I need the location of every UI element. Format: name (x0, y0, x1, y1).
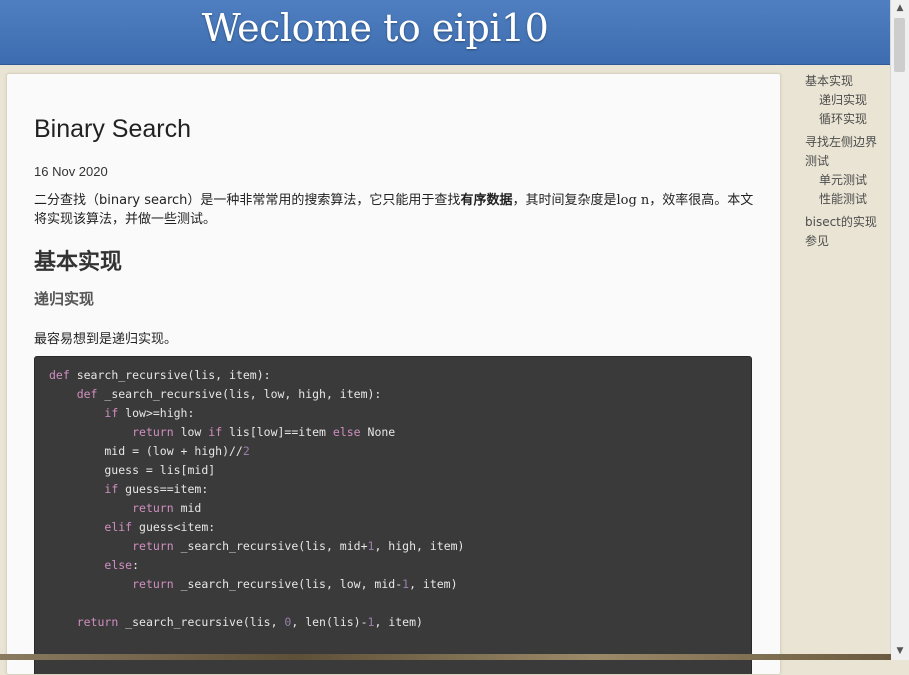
post-date: 16 Nov 2020 (34, 164, 108, 179)
code-text: : (132, 558, 140, 572)
code-text: , len(lis)- (291, 615, 368, 629)
toc-link[interactable]: 性能测试 (805, 190, 891, 209)
vertical-scrollbar[interactable]: ▲ ▼ (890, 0, 909, 660)
code-number: 2 (242, 444, 250, 458)
code-text: guess = lis[mid] (49, 463, 216, 477)
code-text: low (173, 425, 209, 439)
code-text: , item) (409, 577, 458, 591)
code-line: return _search_recursive(lis, mid+1, hig… (49, 537, 737, 556)
code-keyword: def (76, 387, 98, 401)
code-text: lis[low]==item (222, 425, 333, 439)
code-text: , item) (374, 615, 423, 629)
code-keyword: def (49, 368, 70, 382)
code-text: _search_recursive(lis, low, mid- (173, 577, 403, 591)
code-line: return mid (49, 499, 737, 518)
code-line: elif guess<item: (49, 518, 737, 537)
code-text: _search_recursive(lis, low, high, item): (97, 387, 382, 401)
site-title[interactable]: Weclome to eipi10 (0, 6, 750, 50)
section-heading: 基本实现 (34, 250, 123, 275)
background-strip (0, 654, 891, 660)
code-text: low>=high: (118, 406, 195, 420)
body-paragraph: 最容易想到是递归实现。 (34, 332, 178, 347)
scroll-thumb[interactable] (894, 18, 905, 72)
toc-link[interactable]: 寻找左侧边界 (805, 133, 891, 152)
intro-text-1: 二分查找（binary search）是一种非常常用的搜索算法，它只能用于查找 (34, 193, 461, 208)
scroll-down-icon[interactable]: ▼ (891, 643, 909, 660)
table-of-contents: 基本实现 递归实现 循环实现寻找左侧边界 测试 单元测试 性能测试 bisect的实现 参见 (805, 72, 891, 251)
code-keyword: return (132, 501, 174, 515)
post-title: Binary Search (34, 115, 192, 143)
code-text: _search_recursive(lis, mid+ (173, 539, 368, 553)
code-line: if guess==item: (49, 480, 737, 499)
code-keyword: else (104, 558, 133, 572)
code-keyword: return (132, 577, 174, 591)
code-line: mid = (low + high)//2 (49, 442, 737, 461)
code-text: mid = (low + high)// (49, 444, 243, 458)
code-line: def _search_recursive(lis, low, high, it… (49, 385, 737, 404)
code-text: guess<item: (132, 520, 216, 534)
code-line: if low>=high: (49, 404, 737, 423)
code-text: guess==item: (118, 482, 209, 496)
code-keyword: else (332, 425, 361, 439)
toc-link[interactable]: 测试 (805, 152, 891, 171)
site-banner: Weclome to eipi10 (0, 0, 891, 65)
code-keyword: elif (104, 520, 133, 534)
toc-link[interactable]: 参见 (805, 232, 891, 251)
code-keyword: if (104, 482, 119, 496)
toc-link[interactable]: 递归实现 (805, 91, 891, 110)
code-block[interactable]: def search_recursive(lis, item): def _se… (34, 356, 752, 674)
code-text: search_recursive(lis, item): (69, 368, 271, 382)
toc-link[interactable]: 循环实现 (805, 110, 891, 129)
toc-link[interactable]: bisect的实现 (805, 213, 891, 232)
intro-paragraph: 二分查找（binary search）是一种非常常用的搜索算法，它只能用于查找有… (34, 191, 754, 229)
subsection-heading: 递归实现 (34, 290, 95, 308)
code-text: , high, item) (374, 539, 465, 553)
code-keyword: return (132, 539, 174, 553)
code-line: else: (49, 556, 737, 575)
code-line: return _search_recursive(lis, 0, len(lis… (49, 613, 737, 632)
toc-link[interactable]: 单元测试 (805, 171, 891, 190)
code-text: _search_recursive(lis, (118, 615, 285, 629)
scroll-up-icon[interactable]: ▲ (891, 0, 909, 17)
code-text: None (360, 425, 396, 439)
post-card: Binary Search 16 Nov 2020 二分查找（binary se… (6, 73, 781, 675)
code-line: return low if lis[low]==item else None (49, 423, 737, 442)
code-keyword: return (76, 615, 119, 629)
intro-math: log n (616, 193, 650, 208)
code-line: guess = lis[mid] (49, 461, 737, 480)
intro-text-2: ，其时间复杂度是 (512, 193, 617, 208)
code-line: def search_recursive(lis, item): (49, 366, 737, 385)
code-keyword: if (104, 406, 119, 420)
toc-link[interactable]: 基本实现 (805, 72, 891, 91)
code-line: return _search_recursive(lis, low, mid-1… (49, 575, 737, 594)
code-text: mid (173, 501, 202, 515)
code-keyword: return (132, 425, 174, 439)
code-keyword: if (208, 425, 223, 439)
intro-bold: 有序数据 (460, 193, 513, 208)
